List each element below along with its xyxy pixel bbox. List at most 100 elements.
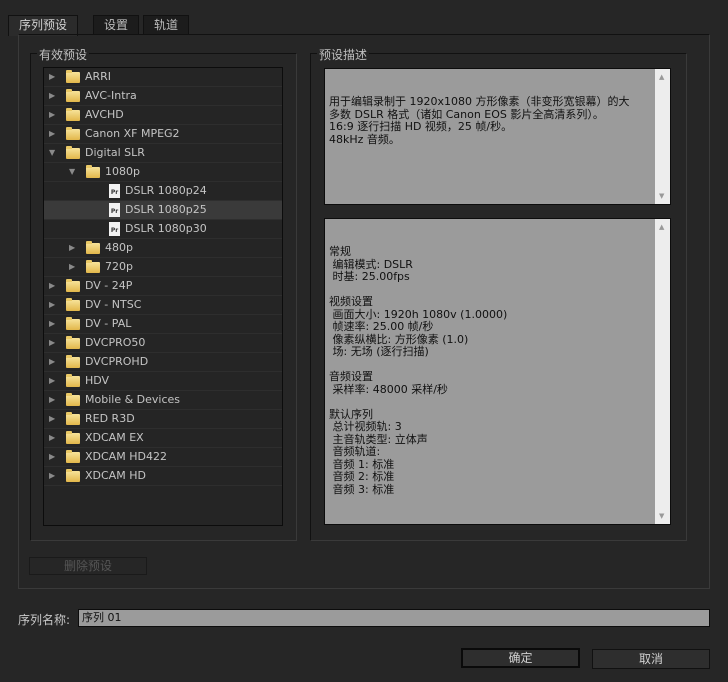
folder-icon [66, 108, 80, 121]
scrollbar[interactable]: ▲ ▼ [655, 69, 670, 204]
sequence-name-input[interactable]: 序列 01 [78, 609, 710, 627]
tree-item[interactable]: ▶ DV - 24P [44, 277, 282, 296]
tree-item-label: DVCPRO50 [85, 336, 146, 349]
tree-item-label: XDCAM HD [85, 469, 146, 482]
delete-preset-button[interactable]: 删除预设 [29, 557, 147, 575]
folder-icon [66, 450, 80, 463]
tree-item-label: AVC-Intra [85, 89, 137, 102]
tree-item[interactable]: ▶ Mobile & Devices [44, 391, 282, 410]
expand-right-icon[interactable]: ▶ [49, 315, 59, 333]
preset-file-icon: Pr [109, 184, 120, 198]
expand-right-icon[interactable]: ▶ [49, 391, 59, 409]
tree-item-label: XDCAM EX [85, 431, 144, 444]
scrollbar[interactable]: ▲ ▼ [655, 219, 670, 524]
tree-item[interactable]: ▶ DV - NTSC [44, 296, 282, 315]
tree-item-label: 480p [105, 241, 133, 254]
expand-right-icon[interactable]: ▶ [49, 448, 59, 466]
expand-right-icon[interactable]: ▶ [69, 239, 79, 257]
tree-item-label: AVCHD [85, 108, 124, 121]
expand-right-icon[interactable]: ▶ [49, 467, 59, 485]
folder-icon [86, 165, 100, 178]
sequence-name-label: 序列名称: [18, 613, 71, 627]
tree-item-label: DV - NTSC [85, 298, 142, 311]
details-text: 常规 编辑模式: DSLR 时基: 25.00fps 视频设置 画面大小: 19… [329, 245, 508, 496]
tree-item-label: DV - 24P [85, 279, 133, 292]
expand-right-icon[interactable]: ▶ [49, 68, 59, 86]
expand-right-icon[interactable]: ▶ [49, 429, 59, 447]
folder-icon [66, 431, 80, 444]
tree-item-label: 1080p [105, 165, 140, 178]
tab-settings[interactable]: 设置 [93, 15, 140, 35]
folder-icon [86, 260, 100, 273]
tree-item[interactable]: ▶ DV - PAL [44, 315, 282, 334]
preset-description-title: 预设描述 [317, 46, 370, 63]
expand-down-icon[interactable]: ▼ [69, 163, 79, 181]
tree-item[interactable]: ▶ DVCPROHD [44, 353, 282, 372]
tree-item[interactable]: ▼ 1080p [44, 163, 282, 182]
tree-item[interactable]: ▶ AVC-Intra [44, 87, 282, 106]
expand-right-icon[interactable]: ▶ [49, 372, 59, 390]
folder-icon [66, 317, 80, 330]
expand-down-icon[interactable]: ▼ [49, 144, 59, 162]
folder-icon [66, 298, 80, 311]
tree-item-label: DSLR 1080p25 [125, 203, 207, 216]
description-text: 用于编辑录制于 1920x1080 方形像素（非变形宽银幕）的大 多数 DSLR… [329, 95, 630, 146]
tree-item-label: DSLR 1080p24 [125, 184, 207, 197]
preset-file-icon: Pr [109, 222, 120, 236]
tree-item[interactable]: ▶ XDCAM HD422 [44, 448, 282, 467]
expand-right-icon[interactable]: ▶ [49, 87, 59, 105]
expand-right-icon[interactable]: ▶ [49, 334, 59, 352]
expand-right-icon[interactable]: ▶ [49, 277, 59, 295]
tree-item[interactable]: ▶ RED R3D [44, 410, 282, 429]
tree-item[interactable]: ▶ Canon XF MPEG2 [44, 125, 282, 144]
preset-file-icon: Pr [109, 203, 120, 217]
tree-item[interactable]: ▶ XDCAM EX [44, 429, 282, 448]
details-box[interactable]: 常规 编辑模式: DSLR 时基: 25.00fps 视频设置 画面大小: 19… [324, 218, 671, 525]
tree-item-label: XDCAM HD422 [85, 450, 167, 463]
cancel-button[interactable]: 取消 [592, 649, 710, 669]
tree-item[interactable]: ▶ DVCPRO50 [44, 334, 282, 353]
tree-item[interactable]: ▶ XDCAM HD [44, 467, 282, 486]
tree-item-label: RED R3D [85, 412, 135, 425]
folder-icon [66, 355, 80, 368]
tab-tracks[interactable]: 轨道 [143, 15, 190, 35]
folder-icon [66, 336, 80, 349]
expand-right-icon[interactable]: ▶ [49, 106, 59, 124]
tree-item-label: Digital SLR [85, 146, 145, 159]
tree-item-label: ARRI [85, 70, 112, 83]
folder-icon [66, 70, 80, 83]
tree-item-label: DV - PAL [85, 317, 132, 330]
expand-right-icon[interactable]: ▶ [49, 296, 59, 314]
folder-icon [66, 127, 80, 140]
tree-item[interactable]: Pr DSLR 1080p30 [44, 220, 282, 239]
tree-item[interactable]: ▶ AVCHD [44, 106, 282, 125]
tree-item-label: Mobile & Devices [85, 393, 181, 406]
tab-sequence-presets[interactable]: 序列预设 [8, 15, 79, 36]
folder-icon [86, 241, 100, 254]
tree-item-label: Canon XF MPEG2 [85, 127, 180, 140]
folder-icon [66, 412, 80, 425]
preset-tree[interactable]: ▶ ARRI ▶ AVC-Intra ▶ AVCHD ▶ Canon XF MPEG2 ▼ Dig… [43, 67, 283, 526]
folder-icon [66, 469, 80, 482]
folder-icon [66, 393, 80, 406]
tree-item[interactable]: ▶ 720p [44, 258, 282, 277]
tree-item-label: HDV [85, 374, 110, 387]
expand-right-icon[interactable]: ▶ [49, 353, 59, 371]
tree-item-label: 720p [105, 260, 133, 273]
tree-item[interactable]: ▼ Digital SLR [44, 144, 282, 163]
tree-item-label: DSLR 1080p30 [125, 222, 207, 235]
ok-button[interactable]: 确定 [461, 648, 580, 668]
expand-right-icon[interactable]: ▶ [49, 125, 59, 143]
tree-item-label: DVCPROHD [85, 355, 149, 368]
description-box[interactable]: 用于编辑录制于 1920x1080 方形像素（非变形宽银幕）的大 多数 DSLR… [324, 68, 671, 205]
tree-item[interactable]: Pr DSLR 1080p24 [44, 182, 282, 201]
expand-right-icon[interactable]: ▶ [49, 410, 59, 428]
folder-icon [66, 279, 80, 292]
folder-icon [66, 89, 80, 102]
tree-item[interactable]: ▶ ARRI [44, 68, 282, 87]
tree-item[interactable]: ▶ HDV [44, 372, 282, 391]
tree-item[interactable]: Pr DSLR 1080p25 [44, 201, 282, 220]
tree-item[interactable]: ▶ 480p [44, 239, 282, 258]
folder-icon [66, 146, 80, 159]
expand-right-icon[interactable]: ▶ [69, 258, 79, 276]
